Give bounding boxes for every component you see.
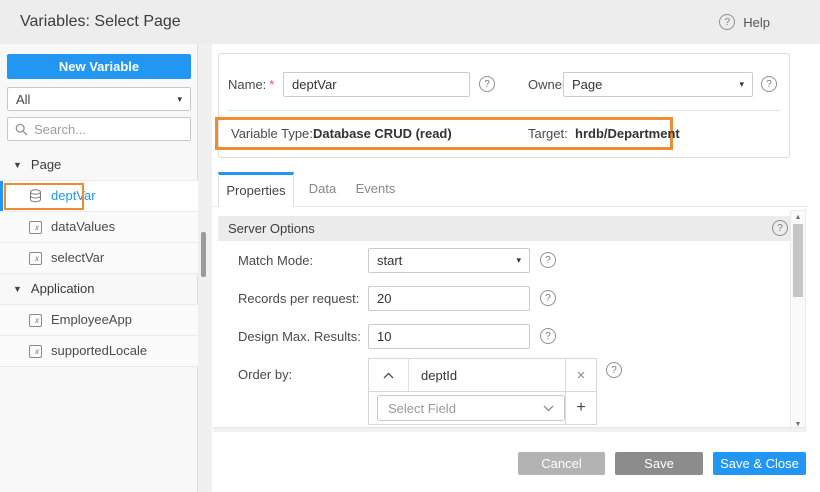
tree-item-deptvar[interactable]: deptVar: [0, 181, 198, 212]
plus-icon: +: [576, 399, 585, 417]
name-label: Name:*: [228, 72, 274, 97]
tree-expand-icon: ▼: [13, 150, 22, 180]
tab-events[interactable]: Events: [348, 172, 403, 206]
variable-search[interactable]: [7, 117, 191, 141]
variable-filter-select[interactable]: All ▾: [7, 87, 191, 111]
add-sort-field-row: Select Field +: [369, 391, 596, 424]
order-by-field-input[interactable]: [409, 359, 565, 391]
tree-item-datavalues[interactable]: x dataValues: [0, 212, 198, 243]
server-options-help-icon[interactable]: ?: [772, 220, 788, 236]
select-field-dropdown[interactable]: Select Field: [377, 395, 565, 421]
records-per-request-label: Records per request:: [238, 286, 359, 311]
match-mode-select[interactable]: start ▾: [368, 248, 530, 273]
owner-help-icon[interactable]: ?: [761, 76, 777, 92]
order-by-row: ×: [369, 359, 596, 391]
sidebar-scrollbar-thumb[interactable]: [201, 232, 206, 277]
tree-group-label: Page: [31, 150, 61, 180]
order-by-control: × Select Field +: [368, 358, 597, 425]
variable-filter-value: All: [16, 92, 30, 107]
records-per-request-input[interactable]: [368, 286, 530, 311]
variables-sidebar: New Variable All ▾ ▼ Page: [0, 44, 198, 492]
new-variable-button[interactable]: New Variable: [7, 54, 191, 79]
tree-group-label: Application: [31, 274, 95, 304]
name-input[interactable]: [283, 72, 470, 97]
match-mode-value: start: [377, 253, 402, 268]
help-link[interactable]: ? Help: [719, 0, 770, 44]
required-asterisk: *: [269, 77, 274, 92]
remove-sort-field-button[interactable]: ×: [565, 359, 596, 391]
records-per-request-help-icon[interactable]: ?: [540, 290, 556, 306]
server-options-section-header: Server Options: [218, 216, 790, 241]
tree-group-application[interactable]: ▼ Application: [0, 274, 198, 305]
search-icon: [15, 123, 28, 136]
name-help-icon[interactable]: ?: [479, 76, 495, 92]
caret-down-icon: ▾: [516, 255, 521, 266]
properties-horizontal-scrollbar[interactable]: [213, 427, 805, 432]
static-variable-icon: x: [29, 345, 42, 358]
card-divider: [228, 110, 780, 111]
help-icon: ?: [719, 14, 735, 30]
search-input[interactable]: [34, 122, 174, 137]
variable-type-highlight-box: Variable Type: Database CRUD (read) Targ…: [215, 117, 673, 150]
database-crud-variable-icon: [29, 189, 42, 203]
match-mode-help-icon[interactable]: ?: [540, 252, 556, 268]
owner-select[interactable]: Page ▾: [563, 72, 753, 97]
chevron-up-icon: [383, 372, 394, 379]
design-max-results-help-icon[interactable]: ?: [540, 328, 556, 344]
variable-tree: ▼ Page deptVar x dataValues x selectVa: [0, 150, 198, 367]
page-title: Variables: Select Page: [20, 0, 181, 44]
design-max-results-label: Design Max. Results:: [238, 324, 361, 349]
static-variable-icon: x: [29, 221, 42, 234]
properties-vertical-scrollbar[interactable]: ▲ ▼: [790, 210, 806, 432]
section-title: Server Options: [228, 216, 315, 241]
vertical-scrollbar-thumb[interactable]: [793, 224, 803, 297]
owner-value: Page: [572, 77, 602, 92]
tree-item-label: dataValues: [51, 212, 115, 242]
caret-down-icon: ▾: [177, 94, 182, 105]
help-label: Help: [743, 15, 770, 30]
select-field-placeholder: Select Field: [388, 401, 456, 416]
variable-type-value: Database CRUD (read): [313, 120, 452, 147]
tree-item-selectvar[interactable]: x selectVar: [0, 243, 198, 274]
design-max-results-input[interactable]: [368, 324, 530, 349]
save-and-close-button[interactable]: Save & Close: [713, 452, 806, 475]
variable-type-label: Variable Type:: [231, 120, 313, 147]
variables-dialog: Variables: Select Page ? Help New Variab…: [0, 0, 820, 492]
tabstrip-divider: [212, 206, 808, 207]
dialog-header: Variables: Select Page ? Help: [0, 0, 820, 44]
match-mode-label: Match Mode:: [238, 248, 313, 273]
tab-properties[interactable]: Properties: [218, 172, 294, 207]
tree-item-label: EmployeeApp: [51, 305, 132, 335]
tree-item-label: deptVar: [51, 181, 96, 211]
close-icon: ×: [577, 367, 586, 384]
caret-down-icon: ▾: [739, 79, 744, 90]
tree-item-supportedlocale[interactable]: x supportedLocale: [0, 336, 198, 367]
select-field-wrap: Select Field: [369, 392, 565, 424]
sort-direction-toggle[interactable]: [369, 359, 409, 391]
static-variable-icon: x: [29, 252, 42, 265]
scroll-up-arrow-icon[interactable]: ▲: [791, 214, 805, 221]
tree-item-label: supportedLocale: [51, 336, 147, 366]
tree-item-label: selectVar: [51, 243, 104, 273]
order-by-label: Order by:: [238, 362, 292, 387]
tree-expand-icon: ▼: [13, 274, 22, 304]
add-sort-field-button[interactable]: +: [565, 392, 596, 424]
order-by-help-icon[interactable]: ?: [606, 362, 622, 378]
target-label: Target:: [528, 120, 568, 147]
tab-data[interactable]: Data: [300, 172, 345, 206]
static-variable-icon: x: [29, 314, 42, 327]
cancel-button[interactable]: Cancel: [518, 452, 605, 475]
chevron-down-icon: [543, 405, 554, 412]
tree-group-page[interactable]: ▼ Page: [0, 150, 198, 181]
target-value: hrdb/Department: [575, 120, 680, 147]
selected-indicator: [0, 181, 3, 211]
save-button[interactable]: Save: [615, 452, 703, 475]
tree-item-employeeapp[interactable]: x EmployeeApp: [0, 305, 198, 336]
